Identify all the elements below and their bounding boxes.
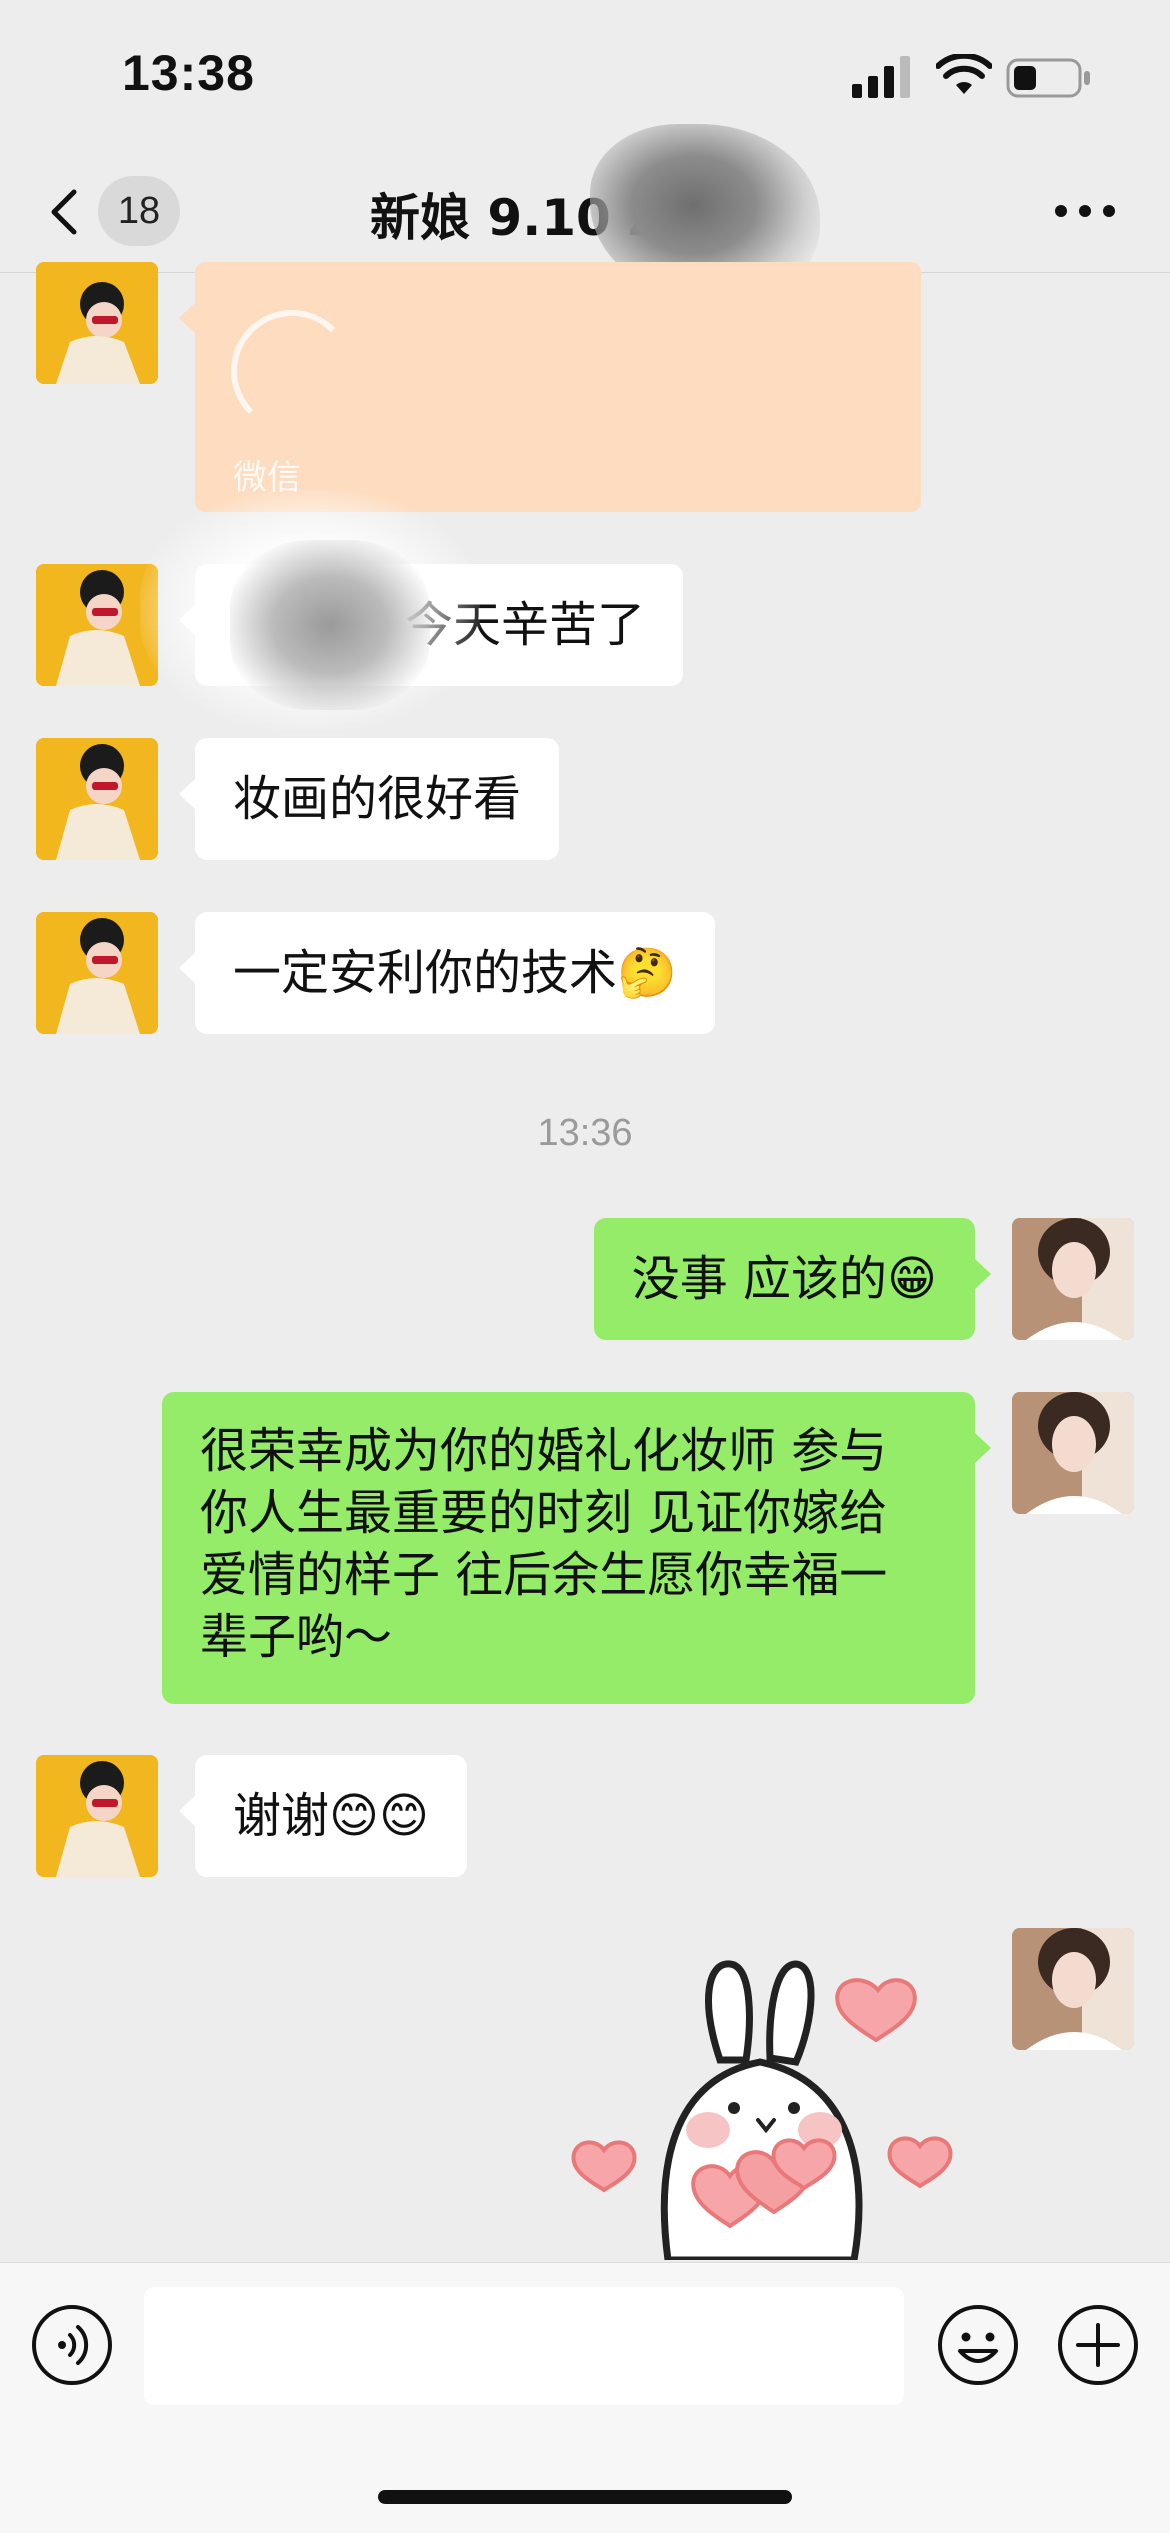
message-timestamp: 13:36 bbox=[537, 1112, 633, 1154]
status-bar: 13:38 bbox=[0, 0, 1170, 150]
avatar-illustration bbox=[36, 912, 158, 1034]
message-text-line: 辈子哟～ bbox=[200, 1609, 393, 1665]
card-message-bubble[interactable]: 微信 bbox=[179, 262, 921, 512]
message-text: 妆画的很好看 bbox=[233, 771, 522, 827]
emoji-icon[interactable] bbox=[936, 2303, 1020, 2387]
message-text-line: 爱情的样子 往后余生愿你幸福一 bbox=[200, 1547, 888, 1603]
contact-avatar[interactable] bbox=[36, 912, 158, 1034]
my-avatar[interactable] bbox=[1012, 1928, 1134, 2050]
avatar-photo bbox=[1012, 1928, 1134, 2050]
back-button[interactable]: 18 bbox=[38, 172, 188, 250]
chat-header: 18 新娘 9.10 Z bbox=[0, 124, 1170, 304]
contact-avatar[interactable] bbox=[36, 738, 158, 860]
home-indicator bbox=[378, 2490, 792, 2504]
message-text-line: 很荣幸成为你的婚礼化妆师 参与 bbox=[200, 1423, 888, 1479]
message-bubble[interactable]: 很荣幸成为你的婚礼化妆师 参与 你人生最重要的时刻 见证你嫁给 爱情的样子 往后… bbox=[162, 1392, 991, 1704]
message-text: 没事 应该的😁 bbox=[631, 1251, 937, 1307]
more-dots-icon[interactable] bbox=[1050, 186, 1120, 236]
contact-avatar[interactable] bbox=[36, 262, 158, 384]
redaction-smudge bbox=[230, 540, 430, 710]
message-text: 一定安利你的技术🤔 bbox=[233, 945, 677, 1001]
voice-icon[interactable] bbox=[30, 2303, 114, 2387]
battery-icon bbox=[1006, 58, 1090, 98]
message-input[interactable] bbox=[144, 2287, 904, 2405]
cellular-signal-icon bbox=[852, 56, 910, 98]
avatar-illustration bbox=[36, 262, 158, 384]
card-thumbnail bbox=[231, 310, 353, 432]
message-bubble[interactable]: 谢谢😊😊 bbox=[178, 1755, 468, 1877]
message-text: 谢谢😊😊 bbox=[233, 1788, 430, 1844]
message-text-line: 你人生最重要的时刻 见证你嫁给 bbox=[200, 1485, 888, 1541]
avatar-photo bbox=[1012, 1218, 1134, 1340]
message-bubble[interactable]: 妆画的很好看 bbox=[178, 738, 560, 860]
unread-count-badge: 18 bbox=[98, 176, 180, 246]
contact-avatar[interactable] bbox=[36, 1755, 158, 1877]
status-time: 13:38 bbox=[122, 45, 255, 101]
bunny-hearts-sticker[interactable] bbox=[570, 1950, 980, 2260]
message-bubble[interactable]: 一定安利你的技术🤔 bbox=[179, 912, 715, 1034]
avatar-illustration bbox=[36, 738, 158, 860]
wifi-icon bbox=[936, 54, 992, 94]
message-bubble[interactable]: 没事 应该的😁 bbox=[593, 1218, 992, 1340]
my-avatar[interactable] bbox=[1012, 1218, 1134, 1340]
avatar-photo bbox=[1012, 1392, 1134, 1514]
avatar-illustration bbox=[36, 1755, 158, 1877]
plus-icon[interactable] bbox=[1056, 2303, 1140, 2387]
my-avatar[interactable] bbox=[1012, 1392, 1134, 1514]
chevron-left-icon bbox=[51, 189, 77, 235]
